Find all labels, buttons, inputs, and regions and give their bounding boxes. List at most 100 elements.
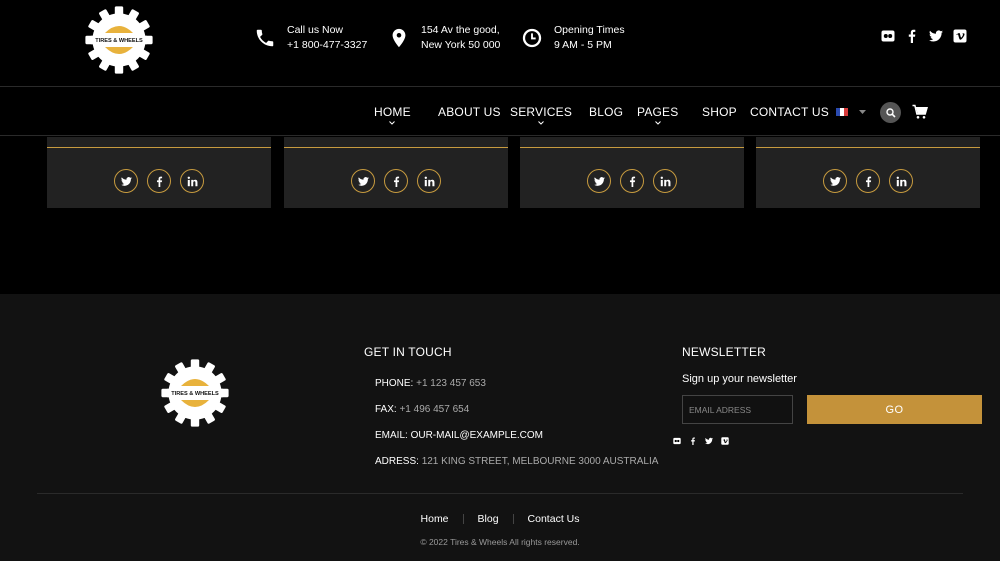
chevron-down-icon — [654, 120, 661, 126]
nav-shop[interactable]: SHOP — [702, 105, 737, 119]
card-divider — [756, 147, 980, 148]
logo-text: TIRES & WHEELS — [95, 38, 143, 44]
chevron-down-icon — [538, 120, 544, 126]
card-divider — [284, 147, 508, 148]
address-line1: 154 Av the good, — [421, 24, 500, 36]
contact-heading: GET IN TOUCH — [364, 345, 452, 359]
email-label: EMAIL: — [375, 430, 408, 441]
footer-links: Home Blog Contact Us — [0, 513, 1000, 525]
footer-divider — [37, 493, 963, 494]
footer-link-blog[interactable]: Blog — [464, 513, 513, 525]
linkedin-icon[interactable] — [889, 169, 913, 193]
vimeo-icon[interactable] — [721, 437, 729, 445]
flickr-icon[interactable] — [881, 29, 895, 43]
chevron-down-icon — [389, 120, 396, 126]
call-label: Call us Now — [287, 24, 344, 36]
top-header: TIRES & WHEELS Call us Now +1 800-477-33… — [0, 0, 1000, 87]
address-label: ADRESS: — [375, 456, 419, 467]
facebook-icon[interactable] — [147, 169, 171, 193]
newsletter-go-button[interactable]: GO — [807, 395, 982, 424]
nav-about-us[interactable]: ABOUT US — [438, 105, 501, 119]
tires-wheels-logo: TIRES & WHEELS — [161, 359, 229, 427]
call-number: +1 800-477-3327 — [287, 39, 368, 51]
cart-icon — [912, 104, 928, 119]
address-line2: New York 50 000 — [421, 39, 501, 51]
contact-phone: PHONE: +1 123 457 653 — [375, 378, 486, 389]
hours-info: Opening Times 9 AM - 5 PM — [520, 23, 625, 53]
linkedin-icon[interactable] — [653, 169, 677, 193]
footer-logo[interactable]: TIRES & WHEELS — [160, 358, 230, 428]
logo-text: TIRES & WHEELS — [171, 391, 219, 397]
team-card — [284, 137, 508, 208]
twitter-icon[interactable] — [351, 169, 375, 193]
newsletter-subtitle: Sign up your newsletter — [682, 373, 797, 385]
newsletter-heading: NEWSLETTER — [682, 345, 767, 359]
twitter-icon[interactable] — [929, 29, 943, 43]
card-social-links — [47, 169, 271, 193]
facebook-icon[interactable] — [620, 169, 644, 193]
french-flag-icon[interactable] — [836, 108, 848, 116]
facebook-icon[interactable] — [384, 169, 408, 193]
linkedin-icon[interactable] — [417, 169, 441, 193]
hours-label: Opening Times — [554, 24, 625, 36]
fax-value: +1 496 457 654 — [399, 404, 470, 415]
nav-home[interactable]: HOME — [374, 105, 411, 125]
facebook-icon[interactable] — [689, 437, 697, 445]
fax-label: FAX: — [375, 404, 397, 415]
footer-social-links — [673, 437, 729, 445]
nav-contact-us[interactable]: CONTACT US — [750, 105, 829, 119]
copyright-text: © 2022 Tires & Wheels All rights reserve… — [420, 537, 580, 547]
linkedin-icon[interactable] — [180, 169, 204, 193]
card-divider — [520, 147, 744, 148]
header-social-links — [881, 29, 967, 43]
facebook-icon[interactable] — [856, 169, 880, 193]
contact-address: ADRESS: 121 KING STREET, MELBOURNE 3000 … — [375, 456, 658, 467]
map-pin-icon — [387, 26, 411, 50]
search-icon — [885, 107, 896, 118]
newsletter-email-input[interactable] — [682, 395, 793, 424]
twitter-icon[interactable] — [823, 169, 847, 193]
nav-services-label: SERVICES — [510, 105, 573, 119]
twitter-icon[interactable] — [587, 169, 611, 193]
phone-label: PHONE: — [375, 378, 414, 389]
card-social-links — [520, 169, 744, 193]
cart-button[interactable] — [912, 104, 928, 120]
nav-shop-label: SHOP — [702, 105, 737, 119]
twitter-icon[interactable] — [705, 437, 713, 445]
email-value[interactable]: OUR-MAIL@EXAMPLE.COM — [411, 430, 543, 441]
search-button[interactable] — [880, 102, 901, 123]
flickr-icon[interactable] — [673, 437, 681, 445]
contact-fax: FAX: +1 496 457 654 — [375, 404, 469, 415]
nav-home-label: HOME — [374, 105, 411, 119]
vimeo-icon[interactable] — [953, 29, 967, 43]
contact-email: EMAIL: OUR-MAIL@EXAMPLE.COM — [375, 430, 543, 441]
phone-value: +1 123 457 653 — [416, 378, 486, 389]
hours-value: 9 AM - 5 PM — [554, 39, 612, 51]
facebook-icon[interactable] — [905, 29, 919, 43]
nav-blog[interactable]: BLOG — [589, 105, 623, 119]
brand-logo[interactable]: TIRES & WHEELS — [84, 5, 154, 75]
team-card — [756, 137, 980, 208]
language-caret-icon[interactable] — [859, 110, 866, 115]
main-navigation: HOME ABOUT US SERVICES BLOG PAGES SHOP C… — [0, 88, 1000, 136]
clock-icon — [520, 26, 544, 50]
address-info: 154 Av the good, New York 50 000 — [387, 23, 500, 53]
card-divider — [47, 147, 271, 148]
nav-pages[interactable]: PAGES — [637, 105, 679, 125]
nav-about-us-label: ABOUT US — [438, 105, 501, 119]
twitter-icon[interactable] — [114, 169, 138, 193]
nav-services[interactable]: SERVICES — [510, 105, 573, 125]
footer-link-contact-us[interactable]: Contact Us — [514, 513, 594, 525]
card-social-links — [756, 169, 980, 193]
card-social-links — [284, 169, 508, 193]
nav-contact-us-label: CONTACT US — [750, 105, 829, 119]
call-info[interactable]: Call us Now +1 800-477-3327 — [253, 23, 367, 53]
team-card — [47, 137, 271, 208]
phone-icon — [253, 26, 277, 50]
nav-blog-label: BLOG — [589, 105, 624, 119]
nav-pages-label: PAGES — [637, 105, 679, 119]
address-value: 121 KING STREET, MELBOURNE 3000 AUSTRALI… — [421, 456, 659, 467]
team-card — [520, 137, 744, 208]
footer-link-home[interactable]: Home — [407, 513, 463, 525]
tires-wheels-logo: TIRES & WHEELS — [85, 6, 153, 74]
